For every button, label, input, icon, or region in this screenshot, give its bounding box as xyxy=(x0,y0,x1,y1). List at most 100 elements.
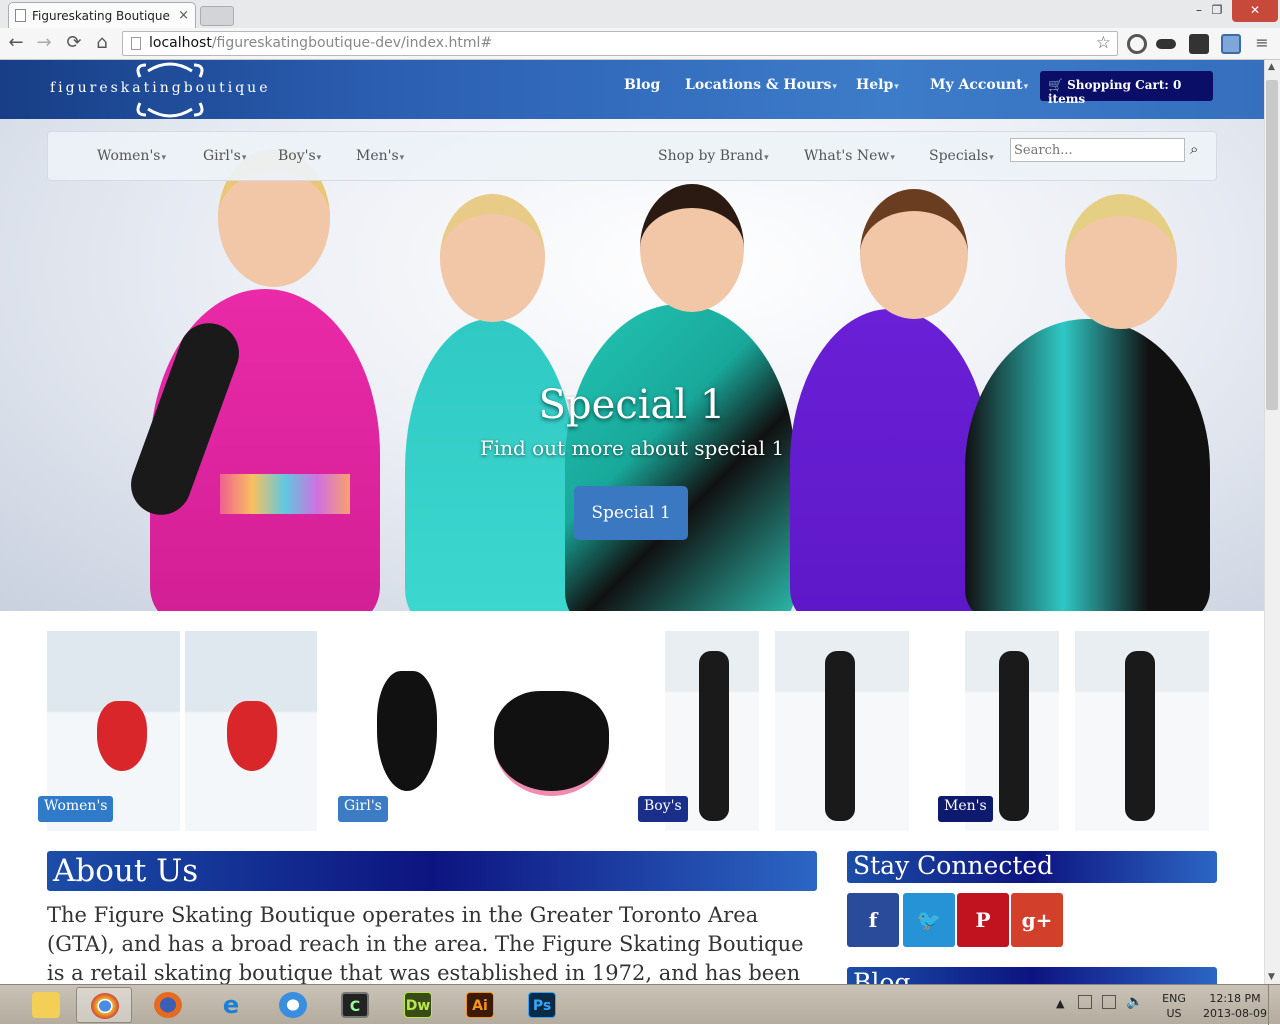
page-icon xyxy=(131,37,141,50)
pinterest-icon[interactable]: P xyxy=(957,893,1009,947)
taskbar-safari[interactable] xyxy=(265,987,321,1023)
tab-title: Figureskating Boutique xyxy=(32,8,170,23)
category-label[interactable]: Men's xyxy=(938,796,993,822)
home-icon[interactable]: ⌂ xyxy=(90,32,114,56)
forward-icon[interactable]: → xyxy=(32,32,56,56)
category-tile-mens[interactable]: Men's xyxy=(937,631,1209,831)
menu-girls[interactable]: Girl's▾ xyxy=(203,148,246,164)
chrome-icon xyxy=(91,993,119,1019)
taskbar-firefox[interactable] xyxy=(140,987,196,1023)
striped-belt xyxy=(220,474,350,514)
menu-specials[interactable]: Specials▾ xyxy=(929,148,994,164)
red-dress xyxy=(97,701,147,771)
menu-shop-by-brand[interactable]: Shop by Brand▾ xyxy=(658,148,769,164)
caret-down-icon: ▾ xyxy=(832,82,837,92)
network-icon[interactable] xyxy=(1102,995,1116,1009)
carousel-button[interactable]: Special 1 xyxy=(574,486,688,540)
menu-whats-new[interactable]: What's New▾ xyxy=(804,148,895,164)
twitter-icon[interactable]: 🐦 xyxy=(903,893,955,947)
nav-blog[interactable]: Blog xyxy=(624,77,660,93)
safari-icon xyxy=(279,992,307,1018)
extension-icon[interactable] xyxy=(1127,34,1147,54)
puzzle-extension-icon[interactable] xyxy=(1189,34,1209,54)
skater-outfit xyxy=(1125,651,1155,821)
skater-outfit xyxy=(825,651,855,821)
web-page: figureskatingboutique Blog Locations & H… xyxy=(0,60,1264,984)
url-host: localhost xyxy=(149,35,212,51)
volume-icon[interactable]: 🔈 xyxy=(1126,994,1143,1010)
show-desktop-button[interactable] xyxy=(1268,985,1280,1025)
taskbar-dreamweaver[interactable]: Dw xyxy=(390,987,446,1023)
dreamweaver-icon: Dw xyxy=(404,992,432,1018)
caret-down-icon: ▾ xyxy=(161,153,167,163)
facebook-icon[interactable]: f xyxy=(847,893,899,947)
skater-head xyxy=(640,184,744,312)
nav-help[interactable]: Help▾ xyxy=(856,77,899,93)
taskbar-illustrator[interactable]: Ai xyxy=(452,987,508,1023)
scroll-down-icon[interactable]: ▼ xyxy=(1268,972,1275,982)
caret-down-icon: ▾ xyxy=(764,153,769,163)
site-logo[interactable]: figureskatingboutique xyxy=(50,80,271,96)
browser-toolbar: ← → ⟳ ⌂ localhost/figureskatingboutique-… xyxy=(0,28,1280,60)
skater-figure xyxy=(965,319,1210,611)
tray-expand-icon[interactable]: ▲ xyxy=(1056,997,1064,1010)
taskbar-ie[interactable]: e xyxy=(203,987,259,1023)
category-label[interactable]: Boy's xyxy=(638,796,688,822)
close-window-button[interactable]: ✕ xyxy=(1232,0,1278,22)
taskbar-terminal[interactable]: C xyxy=(327,987,383,1023)
product-photo xyxy=(1075,631,1209,831)
caret-down-icon: ▾ xyxy=(989,153,994,163)
category-label[interactable]: Girl's xyxy=(338,796,388,822)
new-tab-button[interactable] xyxy=(200,6,234,26)
menu-boys[interactable]: Boy's▾ xyxy=(278,148,321,164)
mask-extension-icon[interactable] xyxy=(1156,39,1176,49)
url-path: /figureskatingboutique-dev/index.html# xyxy=(211,35,493,51)
clock[interactable]: 12:18 PM 2013-08-09 xyxy=(1200,991,1270,1021)
menu-mens[interactable]: Men's▾ xyxy=(356,148,404,164)
firefox-icon xyxy=(154,992,182,1018)
category-tile-boys[interactable]: Boy's xyxy=(637,631,909,831)
nav-my-account[interactable]: My Account▾ xyxy=(930,77,1028,93)
maximize-button[interactable]: ❐ xyxy=(1204,0,1230,22)
caret-down-icon: ▾ xyxy=(316,153,322,163)
category-tile-womens[interactable]: Women's xyxy=(38,631,317,831)
skater-figure xyxy=(790,309,990,611)
bookmark-star-icon[interactable]: ☆ xyxy=(1096,33,1111,53)
caret-down-icon: ▾ xyxy=(241,153,247,163)
menu-womens[interactable]: Women's▾ xyxy=(97,148,166,164)
back-icon[interactable]: ← xyxy=(4,32,28,56)
search-icon[interactable]: ⌕ xyxy=(1190,140,1198,158)
internet-explorer-icon: e xyxy=(222,991,240,1019)
category-tile-girls[interactable]: Girl's xyxy=(337,631,617,831)
scrollbar-thumb[interactable] xyxy=(1266,80,1278,410)
shopping-cart-button[interactable]: 🛒 Shopping Cart: 0 items xyxy=(1040,71,1213,106)
tab-close-icon[interactable]: × xyxy=(178,8,189,23)
caret-down-icon: ▾ xyxy=(890,153,895,163)
scroll-up-icon[interactable]: ▲ xyxy=(1268,62,1275,72)
stay-connected-heading: Stay Connected xyxy=(847,851,1217,883)
window-extension-icon[interactable] xyxy=(1221,34,1241,54)
skater-figure xyxy=(405,319,575,611)
category-label[interactable]: Women's xyxy=(38,796,114,822)
browser-tab[interactable]: Figureskating Boutique × xyxy=(8,2,196,28)
hero-carousel: Women's▾ Girl's▾ Boy's▾ Men's▾ Shop by B… xyxy=(0,119,1264,611)
taskbar-photoshop[interactable]: Ps xyxy=(514,987,570,1023)
taskbar-chrome[interactable] xyxy=(76,987,132,1023)
os-taskbar: e C Dw Ai Ps ▲ 🔈 ENG US 12:18 PM 2013-08-0… xyxy=(0,984,1280,1025)
input-language[interactable]: ENG US xyxy=(1154,991,1194,1021)
page-icon xyxy=(15,9,26,22)
search-input[interactable] xyxy=(1010,138,1185,162)
product-photo xyxy=(185,631,317,831)
action-center-icon[interactable] xyxy=(1078,995,1092,1009)
reload-icon[interactable]: ⟳ xyxy=(62,32,86,56)
address-bar[interactable]: localhost/figureskatingboutique-dev/inde… xyxy=(122,31,1118,56)
folder-icon xyxy=(32,992,60,1018)
menu-icon[interactable]: ≡ xyxy=(1250,32,1274,56)
skater-head xyxy=(1065,194,1177,329)
google-plus-icon[interactable]: g+ xyxy=(1011,893,1063,947)
black-dress xyxy=(377,671,437,791)
taskbar-file-explorer[interactable] xyxy=(18,987,74,1023)
cart-icon: 🛒 xyxy=(1048,78,1063,92)
nav-locations-hours[interactable]: Locations & Hours▾ xyxy=(685,77,837,93)
browser-tab-bar: Figureskating Boutique × – ❐ ✕ xyxy=(0,0,1280,28)
